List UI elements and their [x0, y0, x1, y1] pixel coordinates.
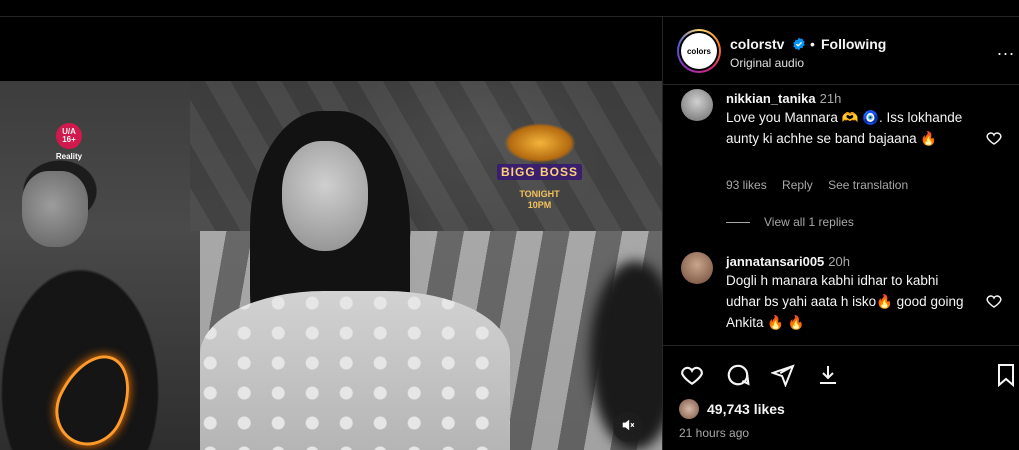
air-time-label: 10PM: [527, 200, 552, 210]
show-title: BIGG BOSS: [496, 164, 582, 180]
bookmark-icon: [998, 364, 1014, 387]
comment-header: nikkian_tanika 21h: [726, 91, 841, 106]
header-separator: •: [810, 36, 815, 52]
show-logo: BIGG BOSS TONIGHT 10PM: [492, 123, 587, 211]
video-frame[interactable]: U/A 16+ Reality BIGG BOSS TONIGHT 10PM: [0, 81, 662, 450]
share-button[interactable]: [770, 362, 796, 388]
see-translation-button[interactable]: See translation: [828, 178, 908, 192]
show-emblem-icon: [503, 123, 576, 163]
save-button[interactable]: [993, 362, 1019, 388]
post-timestamp: 21 hours ago: [679, 426, 750, 440]
comment-time: 20h: [828, 254, 850, 269]
like-button[interactable]: [679, 362, 705, 388]
comment-like-heart-icon[interactable]: [985, 129, 1003, 152]
commenter-username[interactable]: jannatansari005: [726, 254, 824, 269]
comment-like-heart-icon[interactable]: [985, 292, 1003, 315]
replies-divider: [726, 221, 750, 223]
reply-button[interactable]: Reply: [782, 178, 813, 192]
volume-muted-icon: [621, 418, 635, 437]
likes-count: 49,743 likes: [707, 401, 785, 417]
video-scene-face: [282, 141, 368, 251]
post-header: colors colorstv • Following Original aud…: [663, 17, 1019, 85]
liker-avatar: [679, 399, 699, 419]
following-button[interactable]: Following: [821, 36, 886, 52]
rating-badge: U/A 16+: [56, 123, 82, 149]
video-scene-face-left: [22, 171, 88, 247]
heart-icon: [681, 366, 703, 385]
avatar-inner: colors: [679, 31, 719, 71]
view-replies-button[interactable]: View all 1 replies: [726, 215, 854, 229]
post-actions: 49,743 likes 21 hours ago: [663, 345, 1019, 450]
comment-icon: [727, 364, 750, 386]
download-icon: [820, 366, 836, 384]
download-button[interactable]: [815, 362, 841, 388]
send-icon: [771, 364, 795, 387]
video-player[interactable]: U/A 16+ Reality BIGG BOSS TONIGHT 10PM: [0, 17, 662, 450]
tonight-label: TONIGHT: [519, 189, 560, 199]
more-options-icon[interactable]: ...: [997, 39, 1015, 60]
avatar-logo: colors: [681, 33, 717, 69]
commenter-avatar[interactable]: [681, 252, 713, 284]
original-audio-link[interactable]: Original audio: [730, 56, 804, 70]
comment-text: Dogli h manara kabhi idhar to kabhi udha…: [726, 273, 964, 330]
mute-button[interactable]: [613, 412, 643, 442]
view-replies-label: View all 1 replies: [764, 215, 854, 229]
comment-meta: 93 likes Reply See translation: [726, 178, 920, 192]
post-panel: colors colorstv • Following Original aud…: [662, 17, 1019, 450]
top-bar: [0, 0, 1019, 17]
comment-button[interactable]: [725, 362, 751, 388]
comment-header: jannatansari005 20h: [726, 254, 850, 269]
comment-likes[interactable]: 93 likes: [726, 178, 767, 192]
comments-list[interactable]: nikkian_tanika 21h Love you Mannara 🫶 🧿. …: [663, 85, 1019, 355]
commenter-avatar[interactable]: [681, 89, 713, 121]
comment-time: 21h: [819, 91, 842, 106]
commenter-username[interactable]: nikkian_tanika: [726, 91, 816, 106]
air-time: TONIGHT 10PM: [492, 189, 587, 211]
avatar[interactable]: colors: [677, 29, 721, 73]
verified-badge-icon: [792, 37, 806, 56]
likes-summary[interactable]: 49,743 likes: [679, 399, 785, 419]
content-rating: U/A 16+ Reality: [50, 123, 88, 161]
video-scene-body: [200, 291, 510, 450]
rating-genre: Reality: [55, 152, 83, 161]
comment-text: Love you Mannara 🫶 🧿. Iss lokhande aunty…: [726, 110, 963, 146]
post-username[interactable]: colorstv: [730, 36, 784, 52]
